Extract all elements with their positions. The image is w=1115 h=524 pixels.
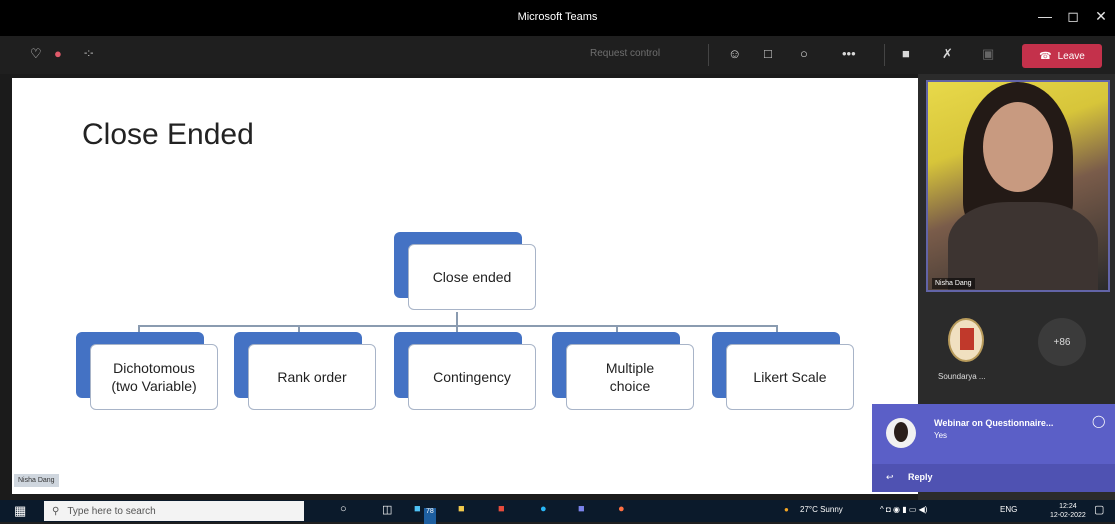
title-bar: Microsoft Teams — ◻ ✕ [0,0,1115,36]
file-explorer-icon[interactable]: ■ [458,503,465,519]
participants-icon[interactable]: ☺ [728,46,741,64]
maximize-button[interactable]: ◻ [1063,8,1083,25]
avatar[interactable] [948,318,984,362]
meeting-toolbar: ♡ ● -:- Request control ☺ □ ○ ••• ■ ✗ ▣ … [0,36,1115,74]
phone-hangup-icon: ☎ [1039,50,1052,62]
clock-time: 12:24 [1059,503,1077,510]
chat-notification[interactable]: Webinar on Questionnaire... Yes ◯ ↩ Repl… [872,404,1115,492]
participant-video[interactable] [926,80,1110,292]
notification-icon[interactable]: ▢ [1094,503,1104,519]
request-control-button[interactable]: Request control [590,48,660,59]
child-node-dichotomous: Dichotomous (two Variable) [90,344,218,410]
reply-button[interactable]: ↩ Reply [872,464,1115,492]
reactions-icon[interactable]: ○ [800,46,808,64]
chat-message: Yes [934,431,948,440]
window-title: Microsoft Teams [517,11,598,23]
chat-title: Webinar on Questionnaire... [934,418,1054,428]
video-person-face [983,102,1053,192]
minimize-button[interactable]: — [1035,8,1055,24]
chat-bubble-icon: ◯ [1092,414,1106,428]
reply-label: Reply [908,472,933,482]
recording-icon: ● [54,46,62,61]
clock[interactable]: 12:24 12-02-2022 [1050,502,1086,520]
shared-slide: Close Ended Close ended Dichotomous (two… [12,78,918,494]
leave-button[interactable]: ☎ Leave [1022,44,1102,68]
edge-icon[interactable]: ● [540,503,547,519]
meeting-timer: -:- [84,48,94,59]
more-participants-button[interactable]: +86 [1038,318,1086,366]
chat-icon[interactable]: □ [764,46,772,64]
teams-window: Microsoft Teams — ◻ ✕ ♡ ● -:- Request co… [0,0,1115,524]
search-placeholder: Type here to search [67,505,156,517]
chrome-icon[interactable]: ● [618,503,625,519]
mic-off-icon[interactable]: ✗ [942,46,953,64]
camera-off-icon[interactable]: ■ [902,46,910,64]
child-node-likert-scale: Likert Scale [726,344,854,410]
connector-line [138,325,778,327]
leave-label: Leave [1057,50,1085,62]
shield-icon: ♡ [30,46,42,61]
office-icon[interactable]: ■ [498,503,505,519]
windows-taskbar: ▦ ⚲ Type here to search ○ ◫ ■ 78 ■ ■ ● ■… [0,500,1115,524]
share-screen-icon[interactable]: ▣ [982,46,994,64]
root-node: Close ended [408,244,536,310]
language-indicator[interactable]: ENG [1000,505,1017,514]
presenter-name-tag: Nisha Dang [14,474,59,487]
divider [884,44,885,66]
video-name-label: Nisha Dang [932,278,975,289]
close-button[interactable]: ✕ [1091,8,1111,25]
child-node-multiple-choice: Multiple choice [566,344,694,410]
weather-icon: ● [784,505,789,514]
taskbar-search[interactable]: ⚲ Type here to search [44,501,304,521]
teams-icon[interactable]: ■ [578,503,585,519]
weather-text[interactable]: 27°C Sunny [800,505,843,514]
clock-date: 12-02-2022 [1050,512,1086,519]
tray-icons[interactable]: ^ ◘ ◉ ▮ ▭ ◀) [880,505,927,514]
child-node-contingency: Contingency [408,344,536,410]
participant-name: Soundarya ... [938,372,986,381]
reply-arrow-icon: ↩ [886,472,894,482]
windows-start-icon[interactable]: ▦ [14,503,26,519]
task-view-icon[interactable]: ◫ [382,503,392,519]
slide-title: Close Ended [82,118,254,151]
connector-line [456,312,458,326]
app-icon[interactable]: ■ [414,503,421,519]
avatar [886,418,916,448]
child-node-rank-order: Rank order [248,344,376,410]
more-actions-icon[interactable]: ••• [842,46,856,64]
divider [708,44,709,66]
search-icon: ⚲ [52,505,60,517]
cortana-icon[interactable]: ○ [340,503,347,519]
